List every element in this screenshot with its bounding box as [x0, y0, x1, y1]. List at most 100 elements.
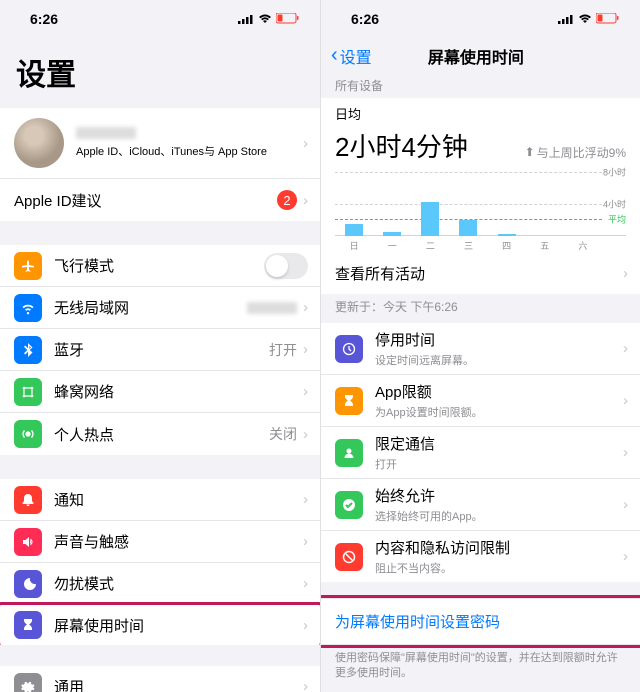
settings-row-check[interactable]: 始终允许选择始终可用的App。›	[321, 479, 640, 531]
y-tick: 4小时	[603, 197, 626, 210]
battery-icon	[276, 11, 300, 27]
chevron-right-icon: ›	[303, 678, 308, 692]
row-sub: 为App设置时间限额。	[375, 404, 623, 420]
moon-icon	[14, 570, 42, 598]
hourglass-icon	[335, 387, 363, 415]
chart-bar	[421, 202, 439, 236]
wifi-icon	[14, 294, 42, 322]
chart-bar	[383, 232, 401, 236]
chart-bar	[498, 234, 516, 236]
chevron-right-icon: ›	[303, 575, 308, 592]
status-indicators	[238, 11, 300, 27]
general-group: 通用›控制中心›AA显示与亮度›	[0, 666, 320, 692]
row-sub: 阻止不当内容。	[375, 560, 623, 576]
row-label: 蜂窝网络	[54, 381, 303, 402]
hourglass-icon	[14, 611, 42, 639]
settings-row-airplane[interactable]: 飞行模式	[0, 245, 320, 287]
chevron-right-icon: ›	[623, 265, 628, 282]
battery-icon	[596, 11, 620, 27]
row-label: 通用	[54, 676, 303, 692]
x-tick: 三	[464, 239, 473, 252]
row-sub: 打开	[375, 456, 623, 472]
settings-row-gear[interactable]: 通用›	[0, 666, 320, 692]
value-redacted	[247, 302, 297, 314]
bluetooth-icon	[14, 336, 42, 364]
row-detail: 关闭	[269, 424, 297, 444]
row-label: 声音与触感	[54, 531, 303, 552]
profile-row[interactable]: Apple ID、iCloud、iTunes与 App Store ›	[0, 108, 320, 179]
status-bar: 6:26	[321, 0, 640, 38]
settings-row-bluetooth[interactable]: 蓝牙打开 ›	[0, 329, 320, 371]
phone-right: 6:26 ‹ 设置 屏幕使用时间 所有设备 日均 2小时4分钟 ⬆ 与上周比浮动…	[320, 0, 640, 692]
change-text: 与上周比浮动9%	[537, 144, 626, 161]
nav-title: 屏幕使用时间	[322, 44, 630, 68]
settings-row-cellular[interactable]: 蜂窝网络›	[0, 371, 320, 413]
passcode-footer: 使用密码保障"屏幕使用时间"的设置，并在达到限额时允许更多使用时间。	[321, 645, 640, 692]
apple-id-suggestion-row[interactable]: Apple ID建议 2 ›	[0, 179, 320, 221]
check-icon	[335, 491, 363, 519]
settings-row-hotspot[interactable]: 个人热点关闭›	[0, 413, 320, 455]
row-label: 蓝牙	[54, 339, 269, 360]
settings-row-moon[interactable]: 勿扰模式›	[0, 563, 320, 605]
profile-name-redacted	[76, 127, 136, 139]
notifications-group: 通知›声音与触感›勿扰模式›屏幕使用时间›	[0, 479, 320, 645]
x-tick: 日	[350, 239, 359, 252]
row-label: 无线局域网	[54, 297, 247, 318]
x-tick: 五	[540, 239, 549, 252]
daily-avg-time: 2小时4分钟	[335, 127, 468, 164]
chevron-right-icon: ›	[623, 496, 628, 513]
change-indicator: ⬆ 与上周比浮动9%	[525, 144, 626, 161]
wifi-icon	[578, 11, 592, 27]
y-tick: 8小时	[603, 166, 626, 179]
set-passcode-link[interactable]: 为屏幕使用时间设置密码	[321, 598, 640, 645]
chevron-right-icon: ›	[303, 383, 308, 400]
row-label: 通知	[54, 489, 303, 510]
connectivity-group: 飞行模式无线局域网›蓝牙打开›蜂窝网络›个人热点关闭›	[0, 245, 320, 455]
status-time: 6:26	[351, 11, 379, 27]
chevron-right-icon: ›	[303, 617, 308, 634]
settings-row-hourglass[interactable]: 屏幕使用时间›	[0, 602, 320, 645]
signal-icon	[238, 11, 254, 27]
chevron-right-icon: ›	[303, 426, 308, 443]
x-tick: 一	[388, 239, 397, 252]
row-detail: 打开	[269, 340, 297, 360]
row-label: 始终允许	[375, 485, 623, 506]
settings-row-wifi[interactable]: 无线局域网›	[0, 287, 320, 329]
settings-row-hourglass[interactable]: App限额为App设置时间限额。›	[321, 375, 640, 427]
updated-label: 更新于：今天 下午6:26	[321, 294, 640, 319]
signal-icon	[558, 11, 574, 27]
chevron-right-icon: ›	[303, 341, 308, 358]
settings-row-sound[interactable]: 声音与触感›	[0, 521, 320, 563]
settings-row-block[interactable]: 内容和隐私访问限制阻止不当内容。›	[321, 531, 640, 582]
settings-row-bell[interactable]: 通知›	[0, 479, 320, 521]
profile-section: Apple ID、iCloud、iTunes与 App Store › Appl…	[0, 108, 320, 221]
chart-bar	[459, 220, 477, 236]
chevron-right-icon: ›	[623, 548, 628, 565]
x-tick: 六	[578, 239, 587, 252]
chevron-right-icon: ›	[303, 192, 308, 209]
chevron-right-icon: ›	[623, 392, 628, 409]
chevron-right-icon: ›	[623, 340, 628, 357]
row-label: 飞行模式	[54, 255, 264, 276]
row-sub: 选择始终可用的App。	[375, 508, 623, 524]
block-icon	[335, 543, 363, 571]
chevron-right-icon: ›	[303, 533, 308, 550]
passcode-highlight: 为屏幕使用时间设置密码	[320, 595, 640, 648]
daily-avg-label: 日均	[335, 104, 626, 123]
chart-bar	[345, 224, 363, 236]
status-bar: 6:26	[0, 0, 320, 38]
chevron-right-icon: ›	[303, 491, 308, 508]
suggestion-label: Apple ID建议	[14, 190, 277, 211]
contact-icon	[335, 439, 363, 467]
cellular-icon	[14, 378, 42, 406]
row-label: 停用时间	[375, 329, 623, 350]
sound-icon	[14, 528, 42, 556]
status-indicators	[558, 11, 620, 27]
toggle[interactable]	[264, 253, 308, 279]
bell-icon	[14, 486, 42, 514]
badge: 2	[277, 190, 297, 210]
settings-row-contact[interactable]: 限定通信打开›	[321, 427, 640, 479]
settings-row-downtime[interactable]: 停用时间设定时间远离屏幕。›	[321, 323, 640, 375]
page-title: 设置	[0, 38, 320, 108]
view-all-activity-row[interactable]: 查看所有活动 ›	[321, 252, 640, 294]
